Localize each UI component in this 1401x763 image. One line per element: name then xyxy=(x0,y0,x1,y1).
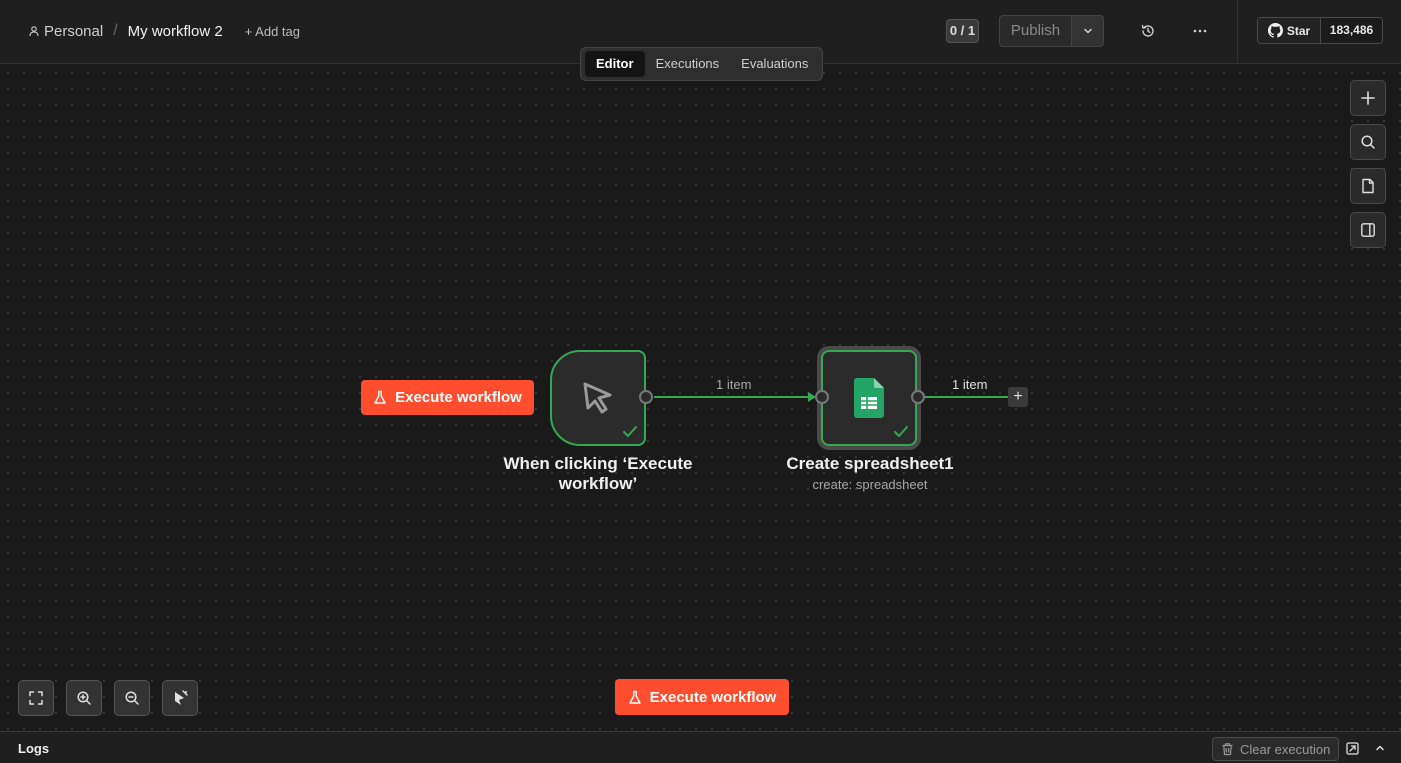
trigger-title-line1: When clicking ‘Execute xyxy=(503,454,693,473)
flask-icon xyxy=(374,390,386,404)
broom-icon xyxy=(175,690,188,705)
trigger-node[interactable] xyxy=(550,350,646,446)
github-star[interactable]: Star xyxy=(1258,18,1320,43)
create-spreadsheet-node[interactable] xyxy=(821,350,917,446)
zoom-in-icon xyxy=(77,691,91,705)
github-star-label: Star xyxy=(1286,23,1311,38)
sheet-input-handle[interactable] xyxy=(815,390,829,404)
tidy-up-button[interactable] xyxy=(162,680,198,716)
more-options-button[interactable] xyxy=(1189,20,1211,42)
chevron-down-icon xyxy=(1083,28,1092,34)
github-icon xyxy=(1267,23,1283,38)
tab-executions[interactable]: Executions xyxy=(645,51,731,77)
edge-item-count-label: 1 item xyxy=(716,377,752,392)
zoom-out-button[interactable] xyxy=(114,680,150,716)
publish-dropdown-button[interactable] xyxy=(1072,15,1104,47)
success-check-icon xyxy=(894,426,908,437)
breadcrumb-separator: / xyxy=(113,22,118,39)
person-icon xyxy=(28,25,40,37)
execute-workflow-bottom-button[interactable]: Execute workflow xyxy=(615,679,789,715)
github-star-count[interactable]: 183,486 xyxy=(1320,18,1382,43)
more-horizontal-icon xyxy=(1193,29,1207,33)
execute-workflow-label: Execute workflow xyxy=(395,389,522,406)
fit-view-button[interactable] xyxy=(18,680,54,716)
github-star-button[interactable]: Star 183,486 xyxy=(1257,17,1383,44)
trigger-node-title: When clicking ‘Execute workflow’ xyxy=(498,454,698,494)
history-button[interactable] xyxy=(1137,20,1159,42)
success-check-icon xyxy=(623,426,637,437)
clear-execution-label: Clear execution xyxy=(1240,741,1331,757)
tab-editor[interactable]: Editor xyxy=(585,51,645,77)
workflow-name[interactable]: My workflow 2 xyxy=(128,23,223,40)
trigger-output-handle[interactable] xyxy=(639,390,653,404)
clear-execution-button[interactable]: Clear execution xyxy=(1212,737,1340,761)
fullscreen-icon xyxy=(29,691,43,705)
edge-connections xyxy=(654,392,1008,402)
breadcrumb: Personal / My workflow 2 + Add tag xyxy=(28,22,300,40)
add-tag-button[interactable]: + Add tag xyxy=(245,24,300,39)
sheet-node-subtitle: create: spreadsheet xyxy=(812,477,928,492)
execute-workflow-button[interactable]: Execute workflow xyxy=(361,380,534,415)
workflow-canvas[interactable]: 1 item 1 item + Execute workflow When cl… xyxy=(0,65,1401,731)
trigger-title-line2: workflow’ xyxy=(558,474,638,493)
zoom-out-icon xyxy=(125,691,139,705)
add-next-node-button[interactable]: + xyxy=(1008,387,1028,407)
active-version-counter: 0 / 1 xyxy=(946,19,979,43)
pop-out-logs-button[interactable] xyxy=(1345,741,1359,755)
sheet-output-handle[interactable] xyxy=(911,390,925,404)
execute-workflow-bottom-label: Execute workflow xyxy=(649,688,777,706)
history-icon xyxy=(1141,24,1154,37)
zoom-in-button[interactable] xyxy=(66,680,102,716)
pointer-icon xyxy=(583,382,612,414)
pop-out-icon xyxy=(1345,741,1359,755)
sheet-node-title: Create spreadsheet1 xyxy=(786,454,954,473)
header-divider xyxy=(1237,0,1238,64)
edge-item-count-label-2: 1 item xyxy=(952,377,988,392)
publish-button[interactable]: Publish xyxy=(999,15,1072,47)
publish-group: Publish xyxy=(999,15,1104,47)
tab-evaluations[interactable]: Evaluations xyxy=(730,51,819,77)
project-link[interactable]: Personal xyxy=(44,23,103,40)
flask-icon xyxy=(628,690,641,704)
logs-panel-bar[interactable]: Logs Clear execution xyxy=(0,731,1401,763)
trash-icon xyxy=(1222,743,1233,756)
view-tabs: Editor Executions Evaluations xyxy=(580,47,823,81)
google-sheets-icon xyxy=(854,378,884,418)
logs-title: Logs xyxy=(18,741,50,756)
expand-logs-button[interactable] xyxy=(1373,741,1387,755)
chevron-up-icon xyxy=(1376,745,1384,751)
